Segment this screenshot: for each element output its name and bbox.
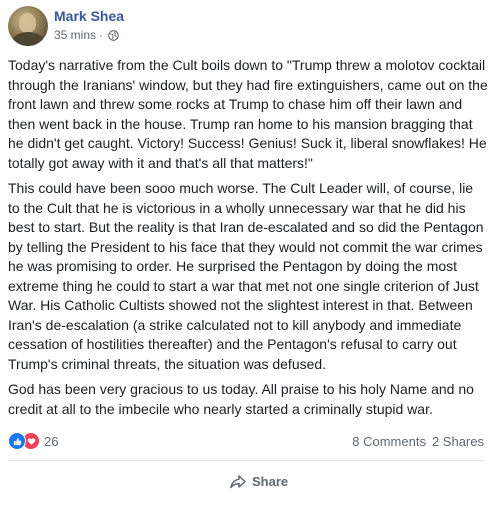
comment-share-counts: 8 Comments 2 Shares <box>352 434 484 449</box>
reactions-summary[interactable]: 26 <box>8 432 58 450</box>
globe-icon[interactable] <box>108 29 119 41</box>
share-button[interactable]: Share <box>230 474 288 489</box>
meta-separator: · <box>99 28 104 42</box>
action-bar: Share <box>8 466 484 506</box>
post-paragraph: This could have been sooo much worse. Th… <box>8 180 484 372</box>
comments-count-link[interactable]: 8 Comments <box>352 434 426 449</box>
engagement-bar: 26 8 Comments 2 Shares <box>8 432 484 452</box>
post-meta: 35 mins · <box>54 28 119 42</box>
post-paragraph: God has been very gracious to us today. … <box>8 381 474 417</box>
reaction-count: 26 <box>44 433 59 449</box>
author-name[interactable]: Mark Shea <box>54 8 124 24</box>
timestamp[interactable]: 35 mins <box>54 28 96 42</box>
like-icon <box>8 432 26 450</box>
avatar[interactable] <box>8 6 48 46</box>
share-label: Share <box>252 474 289 489</box>
shares-count-link[interactable]: 2 Shares <box>432 434 484 449</box>
post-content: Today's narrative from the Cult boils do… <box>8 56 488 425</box>
share-icon <box>230 474 246 488</box>
post-header: Mark Shea 35 mins · <box>8 6 488 50</box>
divider <box>8 460 484 461</box>
post-paragraph: Today's narrative from the Cult boils do… <box>8 57 488 171</box>
